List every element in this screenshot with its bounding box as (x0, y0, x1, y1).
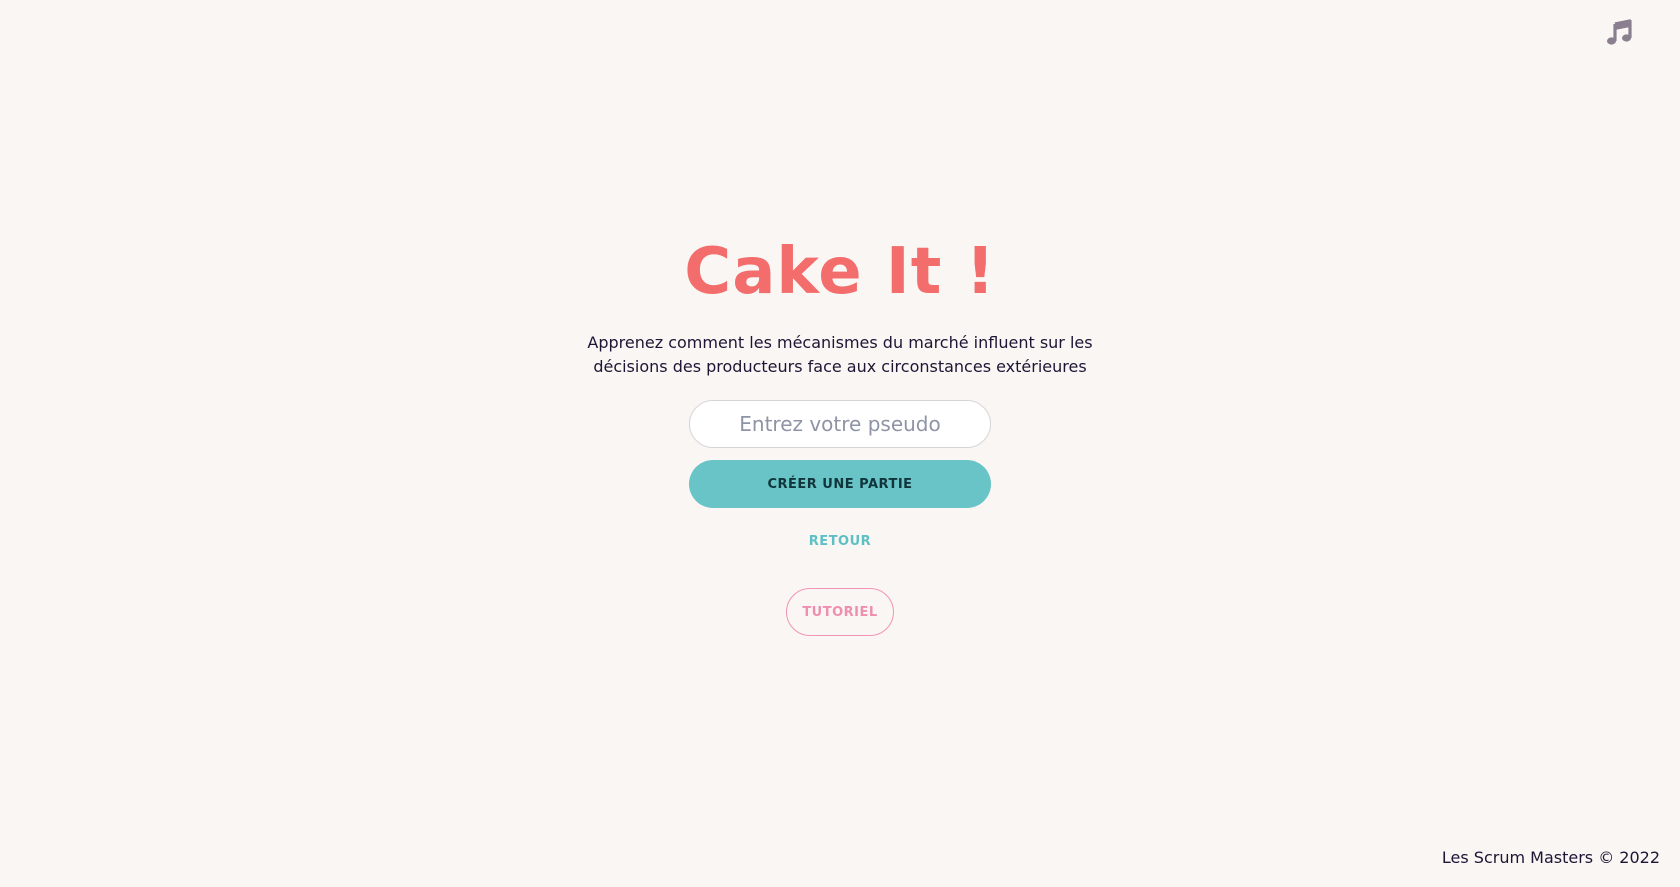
tutorial-button[interactable]: TUTORIEL (786, 588, 894, 636)
create-game-button[interactable]: CRÉER UNE PARTIE (689, 460, 991, 508)
subtitle-line-1: Apprenez comment les mécanismes du march… (587, 333, 1093, 352)
subtitle-line-2: décisions des producteurs face aux circo… (593, 357, 1087, 376)
back-link[interactable]: RETOUR (0, 534, 1680, 549)
app-title: Cake It ! (684, 235, 996, 309)
pseudo-input[interactable] (689, 400, 991, 448)
app-subtitle: Apprenez comment les mécanismes du march… (0, 331, 1680, 379)
music-toggle-button[interactable] (1602, 16, 1636, 50)
music-note-icon (1607, 19, 1632, 45)
footer-copyright: Les Scrum Masters © 2022 (1441, 848, 1660, 867)
